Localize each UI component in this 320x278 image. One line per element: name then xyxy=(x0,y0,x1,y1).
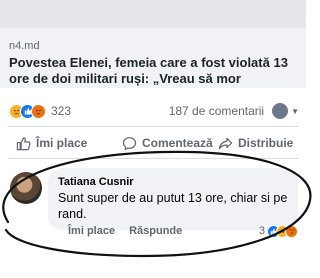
divider xyxy=(9,126,299,127)
like-button-label: Îmi place xyxy=(36,136,88,150)
angry-emoji-icon xyxy=(285,224,298,238)
viewer-avatar[interactable] xyxy=(272,103,289,119)
comment-bubble: Tatiana Cusnir Sunt super de au putut 13… xyxy=(48,168,298,230)
comment-button[interactable]: Comentează xyxy=(122,136,213,151)
comment-button-label: Comentează xyxy=(142,136,213,150)
comment-actions: Îmi place Răspunde 3 xyxy=(68,224,298,238)
share-arrow-icon xyxy=(218,137,233,149)
divider xyxy=(9,158,299,159)
comment-reactions[interactable]: 3 xyxy=(258,224,298,238)
link-headline[interactable]: Povestea Elenei, femeia care a fost viol… xyxy=(9,55,297,87)
reactions-summary: 323 187 de comentarii ▼ xyxy=(9,100,299,122)
reaction-icons[interactable] xyxy=(9,103,46,119)
reaction-count[interactable]: 323 xyxy=(51,104,71,118)
comments-count-link[interactable]: 187 de comentarii xyxy=(169,104,264,118)
link-domain: n4.md xyxy=(9,40,40,52)
thumbs-up-icon xyxy=(16,136,31,150)
chevron-down-icon[interactable]: ▼ xyxy=(291,107,299,116)
comment-author[interactable]: Tatiana Cusnir xyxy=(58,175,288,189)
post-actions-bar: Îmi place Comentează Distribuie xyxy=(0,131,306,155)
angry-emoji-icon xyxy=(31,103,46,119)
comment-text: Sunt super de au putut 13 ore, chiar si … xyxy=(58,191,288,221)
comment-bubble-icon xyxy=(122,136,137,151)
comment-like-link[interactable]: Îmi place xyxy=(68,225,115,237)
comment-reaction-count: 3 xyxy=(258,225,265,237)
feed-background xyxy=(0,0,306,28)
link-preview-card[interactable]: n4.md Povestea Elenei, femeia care a fos… xyxy=(0,28,306,88)
comment-reply-link[interactable]: Răspunde xyxy=(129,225,182,237)
like-button[interactable]: Îmi place xyxy=(16,136,87,151)
commenter-avatar[interactable] xyxy=(10,172,42,204)
share-button-label: Distribuie xyxy=(238,136,294,150)
share-button[interactable]: Distribuie xyxy=(218,136,293,151)
